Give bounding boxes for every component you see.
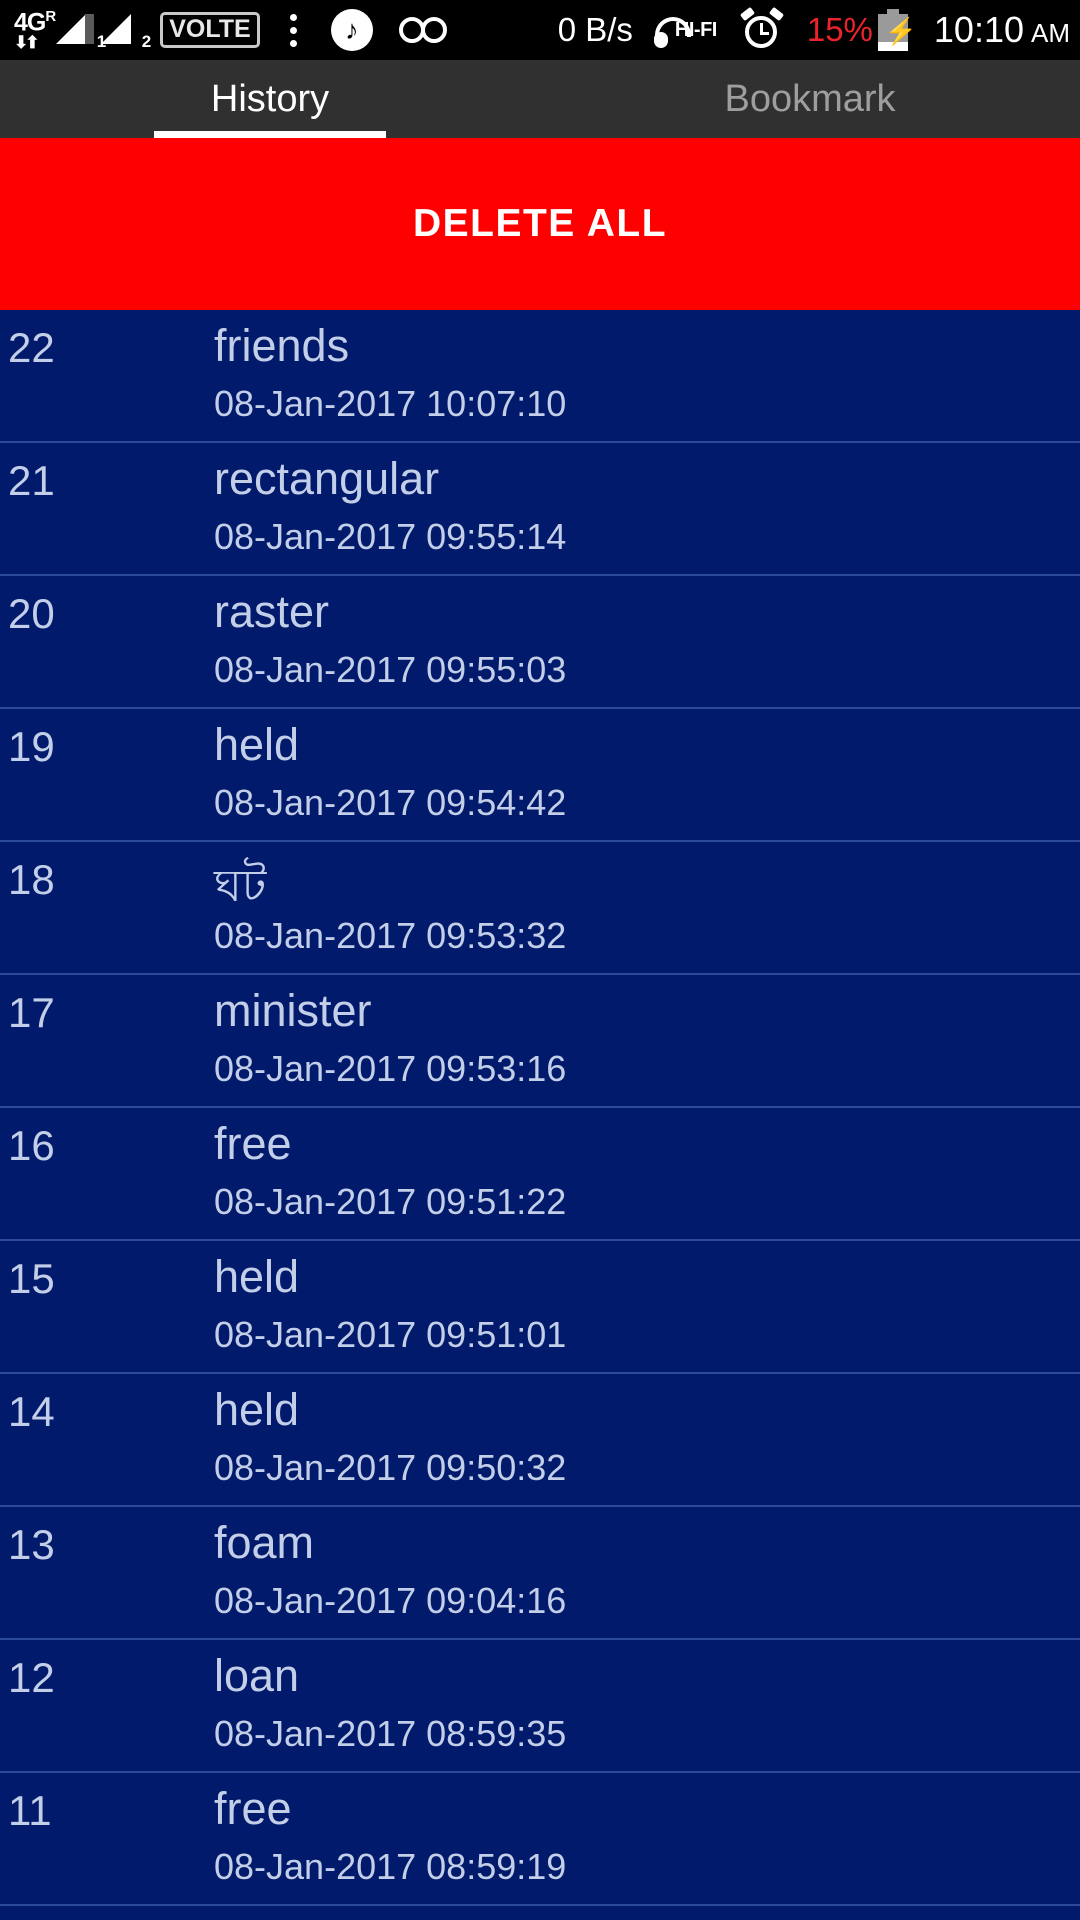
- table-row[interactable]: 18 ঘট 08-Jan-2017 09:53:32: [0, 842, 1080, 975]
- row-timestamp: 08-Jan-2017 09:04:16: [214, 1580, 567, 1621]
- table-row[interactable]: 22 friends 08-Jan-2017 10:07:10: [0, 310, 1080, 443]
- data-arrows-icon: ⬇⬆: [14, 32, 39, 52]
- signal-sim1-icon: 1: [56, 10, 106, 50]
- row-index: 15: [8, 1255, 55, 1302]
- row-index: 16: [8, 1122, 55, 1169]
- row-index: 22: [8, 324, 55, 371]
- row-index: 13: [8, 1521, 55, 1568]
- delete-all-label: DELETE ALL: [412, 202, 668, 245]
- row-timestamp: 08-Jan-2017 08:59:19: [214, 1846, 567, 1887]
- network-roam-text: R: [45, 8, 56, 26]
- network-indicator: 4GR ⬇⬆ 1 2: [14, 8, 151, 52]
- tab-active-indicator: [154, 131, 386, 138]
- table-row[interactable]: 15 held 08-Jan-2017 09:51:01: [0, 1241, 1080, 1374]
- table-row[interactable]: 11 free 08-Jan-2017 08:59:19: [0, 1773, 1080, 1906]
- row-timestamp: 08-Jan-2017 09:55:03: [214, 649, 567, 690]
- row-term: friends: [214, 320, 350, 371]
- alarm-clock-icon: [739, 6, 784, 51]
- row-term: rectangular: [214, 453, 440, 504]
- data-speed-label: 0 B/s: [557, 11, 633, 48]
- row-index: 20: [8, 590, 55, 637]
- row-timestamp: 08-Jan-2017 08:59:35: [214, 1713, 567, 1754]
- volte-badge: VOLTE: [160, 12, 260, 48]
- row-term: free: [214, 1118, 292, 1169]
- history-list[interactable]: 22 friends 08-Jan-2017 10:07:10 21 recta…: [0, 310, 1080, 1920]
- row-index: 14: [8, 1388, 55, 1435]
- table-row[interactable]: 17 minister 08-Jan-2017 09:53:16: [0, 975, 1080, 1108]
- row-index: 19: [8, 723, 55, 770]
- voicemail-icon: [398, 17, 447, 43]
- row-timestamp: 08-Jan-2017 09:51:01: [214, 1314, 567, 1355]
- tab-bar: History Bookmark: [0, 60, 1080, 138]
- battery-charging-icon: ⚡: [877, 9, 917, 51]
- network-type-label: 4GR ⬇⬆: [14, 8, 56, 52]
- music-note-icon: ♪: [330, 9, 373, 51]
- clock-time: 10:10: [933, 9, 1024, 50]
- row-term: minister: [214, 985, 372, 1036]
- row-timestamp: 08-Jan-2017 09:51:22: [214, 1181, 567, 1222]
- row-term: held: [214, 1384, 300, 1435]
- row-term: held: [214, 1251, 300, 1302]
- row-term: free: [214, 1783, 292, 1834]
- status-bar-clock: 10:10 AM: [934, 9, 1070, 51]
- hifi-headphone-icon: HI-FI: [653, 10, 717, 50]
- table-row[interactable]: 20 raster 08-Jan-2017 09:55:03: [0, 576, 1080, 709]
- signal-sim2-icon: 2: [101, 10, 151, 50]
- status-bar-right: 0 B/s HI-FI 15% ⚡ 10:10 AM: [536, 6, 1070, 51]
- row-timestamp: 08-Jan-2017 09:50:32: [214, 1447, 567, 1488]
- row-term: loan: [214, 1650, 300, 1701]
- table-row[interactable]: 16 free 08-Jan-2017 09:51:22: [0, 1108, 1080, 1241]
- tab-history-label: History: [210, 77, 330, 120]
- status-bar: 4GR ⬇⬆ 1 2 VOLTE ♪ 0 B/s HI-FI 15% ⚡ 10:…: [0, 0, 1080, 60]
- status-bar-left: 4GR ⬇⬆ 1 2 VOLTE ♪: [14, 8, 447, 52]
- row-index: 11: [8, 1787, 52, 1834]
- row-timestamp: 08-Jan-2017 09:55:14: [214, 516, 567, 557]
- row-index: 21: [8, 457, 55, 504]
- tab-history[interactable]: History: [0, 60, 540, 138]
- delete-all-button[interactable]: DELETE ALL: [0, 138, 1080, 310]
- tab-bookmark[interactable]: Bookmark: [540, 60, 1080, 138]
- row-timestamp: 08-Jan-2017 09:54:42: [214, 782, 567, 823]
- table-row[interactable]: 21 rectangular 08-Jan-2017 09:55:14: [0, 443, 1080, 576]
- table-row[interactable]: 13 foam 08-Jan-2017 09:04:16: [0, 1507, 1080, 1640]
- table-row[interactable]: 14 held 08-Jan-2017 09:50:32: [0, 1374, 1080, 1507]
- phone-screen: 4GR ⬇⬆ 1 2 VOLTE ♪ 0 B/s HI-FI 15% ⚡ 10:…: [0, 0, 1080, 1920]
- table-row[interactable]: 12 loan 08-Jan-2017 08:59:35: [0, 1640, 1080, 1773]
- sim2-label: 2: [141, 32, 152, 51]
- table-row[interactable]: 19 held 08-Jan-2017 09:54:42: [0, 709, 1080, 842]
- row-term: held: [214, 719, 300, 770]
- clock-ampm: AM: [1031, 18, 1070, 48]
- row-term: foam: [214, 1517, 315, 1568]
- kebab-menu-icon: [289, 10, 297, 50]
- row-timestamp: 08-Jan-2017 09:53:16: [214, 1048, 567, 1089]
- row-term: raster: [214, 586, 330, 637]
- battery-percent-label: 15%: [806, 11, 873, 48]
- row-timestamp: 08-Jan-2017 09:53:32: [214, 915, 567, 956]
- row-index: 18: [8, 856, 55, 903]
- row-index: 12: [8, 1654, 55, 1701]
- row-index: 17: [8, 989, 55, 1036]
- tab-bookmark-label: Bookmark: [724, 77, 896, 120]
- row-timestamp: 08-Jan-2017 10:07:10: [214, 383, 567, 424]
